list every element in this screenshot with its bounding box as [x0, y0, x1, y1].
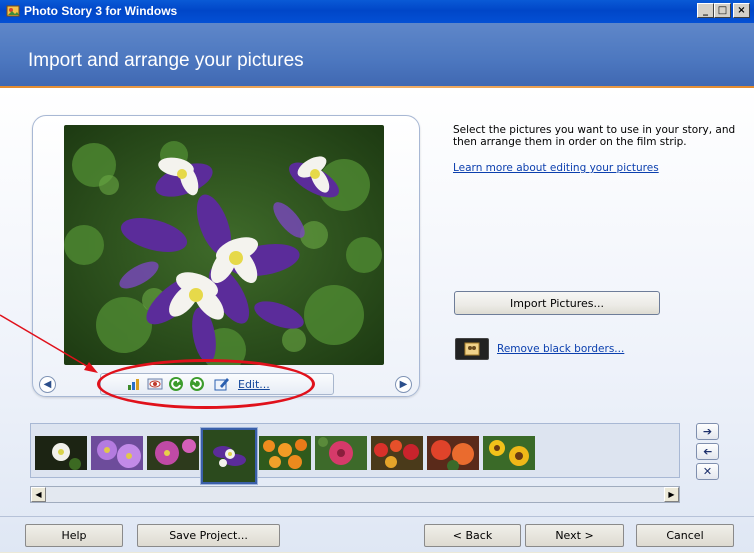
red-eye-icon — [147, 378, 163, 390]
next-picture-button[interactable]: ▶ — [395, 376, 412, 393]
content-area: ◀ ▶ Edit... Select the pictures you want… — [0, 88, 754, 552]
previous-picture-button[interactable]: ◀ — [39, 376, 56, 393]
rotate-right-icon — [190, 377, 204, 391]
import-pictures-label: Import Pictures... — [509, 296, 605, 310]
filmstrip-thumb-3[interactable] — [147, 436, 199, 470]
help-button[interactable]: Help — [25, 524, 123, 547]
chevron-right-icon: ▶ — [399, 379, 408, 390]
filmstrip-scrollbar[interactable]: ◀ ▶ — [30, 486, 680, 503]
next-label: Next > — [555, 529, 594, 542]
remove-x-icon: ✕ — [702, 465, 713, 478]
filmstrip-thumb-8[interactable] — [427, 436, 479, 470]
auto-correct-button[interactable] — [126, 376, 142, 392]
move-left-button[interactable]: ➔ — [696, 443, 719, 460]
save-project-button[interactable]: Save Project... — [137, 524, 280, 547]
remove-borders-label: Remove black borders... — [497, 343, 625, 355]
window-title: Photo Story 3 for Windows — [24, 4, 178, 18]
remove-picture-button[interactable]: ✕ — [696, 463, 719, 480]
back-button[interactable]: < Back — [424, 524, 521, 547]
scroll-right-button[interactable]: ▶ — [664, 487, 679, 502]
rotate-right-button[interactable] — [189, 376, 205, 392]
edit-link[interactable]: Edit... — [238, 378, 270, 391]
filmstrip-thumb-4-selected[interactable] — [200, 427, 258, 485]
maximize-button[interactable]: □ — [714, 3, 731, 18]
minimize-button[interactable]: _ — [697, 3, 714, 18]
title-bar: Photo Story 3 for Windows _ □ × — [0, 0, 754, 23]
filmstrip-thumb-5[interactable] — [259, 436, 311, 470]
arrow-right-icon: ➔ — [702, 425, 713, 438]
picture-toolbar: Edit... — [100, 373, 334, 395]
red-eye-button[interactable] — [147, 376, 163, 392]
help-label: Help — [61, 529, 87, 542]
preview-panel: ◀ ▶ Edit... — [32, 115, 420, 397]
maximize-icon: □ — [717, 5, 728, 16]
next-button[interactable]: Next > — [525, 524, 624, 547]
rotate-left-icon — [169, 377, 183, 391]
instructions-text: Select the pictures you want to use in y… — [453, 124, 736, 148]
preview-photo — [64, 125, 384, 365]
app-icon — [6, 5, 20, 17]
scroll-right-icon: ▶ — [668, 490, 675, 499]
chevron-left-icon: ◀ — [43, 379, 52, 390]
edit-button[interactable] — [214, 376, 230, 392]
remove-black-borders[interactable]: Remove black borders... — [455, 338, 624, 360]
scroll-left-icon: ◀ — [35, 490, 42, 499]
edit-icon — [214, 378, 229, 391]
filmstrip — [30, 423, 680, 485]
filmstrip-thumb-7[interactable] — [371, 436, 423, 470]
import-pictures-button[interactable]: Import Pictures... — [454, 291, 660, 315]
close-icon: × — [737, 5, 746, 16]
move-right-button[interactable]: ➔ — [696, 423, 719, 440]
filmstrip-thumb-9[interactable] — [483, 436, 535, 470]
wizard-button-bar: Help Save Project... < Back Next > Cance… — [0, 516, 754, 553]
back-label: < Back — [452, 529, 493, 542]
remove-borders-icon — [455, 338, 489, 360]
scroll-left-button[interactable]: ◀ — [31, 487, 46, 502]
columbine-photo — [64, 125, 384, 365]
close-button[interactable]: × — [733, 3, 750, 18]
filmstrip-thumb-2[interactable] — [91, 436, 143, 470]
filmstrip-thumb-6[interactable] — [315, 436, 367, 470]
learn-more-link[interactable]: Learn more about editing your pictures — [453, 162, 659, 174]
minimize-icon: _ — [703, 5, 708, 16]
cancel-label: Cancel — [666, 529, 704, 542]
cancel-button[interactable]: Cancel — [636, 524, 734, 547]
save-project-label: Save Project... — [169, 529, 248, 542]
wizard-header: Import and arrange your pictures — [0, 23, 754, 88]
filmstrip-thumb-1[interactable] — [35, 436, 87, 470]
auto-correct-icon — [128, 379, 139, 390]
arrow-left-icon: ➔ — [702, 445, 713, 458]
rotate-left-button[interactable] — [168, 376, 184, 392]
page-title: Import and arrange your pictures — [28, 50, 304, 71]
